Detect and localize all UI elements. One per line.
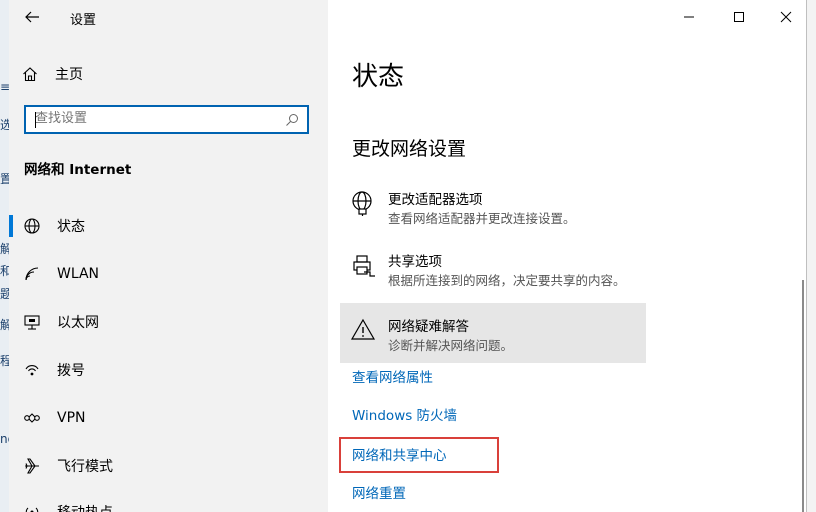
text-caret — [35, 112, 36, 128]
link-view-network-properties[interactable]: 查看网络属性 — [352, 366, 433, 386]
option-description: 查看网络适配器并更改连接设置。 — [388, 211, 576, 226]
option-description: 诊断并解决网络问题。 — [388, 338, 514, 353]
sidebar-item-status[interactable]: 状态 — [9, 206, 328, 246]
option-troubleshoot[interactable]: 网络疑难解答 诊断并解决网络问题。 — [340, 303, 646, 363]
main-content: 状态 更改网络设置 更改适配器选项 查看网络适配器并更改连接设置。 共享选项 根… — [328, 0, 807, 512]
option-title: 网络疑难解答 — [388, 319, 469, 335]
ethernet-icon — [23, 313, 41, 331]
sidebar-item-label: 主页 — [55, 67, 83, 83]
wifi-icon — [23, 265, 41, 283]
option-change-adapter[interactable]: 更改适配器选项 查看网络适配器并更改连接设置。 — [340, 176, 646, 236]
dialup-icon — [23, 361, 41, 379]
link-windows-firewall[interactable]: Windows 防火墙 — [352, 404, 457, 424]
highlight-box — [339, 437, 499, 473]
bg-fragment: 题 — [0, 287, 9, 301]
bg-fragment: ≡ — [0, 80, 9, 94]
bg-fragment: 解 — [0, 318, 9, 332]
adapter-globe-icon — [352, 191, 372, 216]
selection-marker — [9, 215, 13, 237]
sidebar-item-airplane-mode[interactable]: 飞行模式 — [9, 446, 328, 486]
page-title: 状态 — [352, 62, 405, 92]
search-input[interactable] — [35, 111, 275, 126]
search-box[interactable] — [24, 105, 309, 134]
globe-icon — [23, 217, 41, 235]
section-subheading: 更改网络设置 — [352, 138, 467, 160]
background-window: ≡ 选 置 解 和 题 解 程 nd — [0, 0, 9, 512]
sidebar-section-heading: 网络和 Internet — [24, 162, 132, 178]
bg-fragment: 置 — [0, 172, 9, 186]
home-icon — [23, 67, 37, 82]
scrollbar[interactable] — [802, 280, 804, 512]
warning-icon — [350, 318, 376, 340]
bg-fragment: 选 — [0, 118, 9, 132]
airplane-icon — [23, 457, 41, 475]
sidebar-item-label: 移动热点 — [57, 502, 113, 512]
option-description: 根据所连接到的网络，决定要共享的内容。 — [388, 273, 626, 288]
sidebar-item-dialup[interactable]: 拨号 — [9, 350, 328, 390]
sidebar-item-label: WLAN — [57, 266, 100, 282]
link-network-reset[interactable]: 网络重置 — [352, 482, 406, 502]
option-sharing[interactable]: 共享选项 根据所连接到的网络，决定要共享的内容。 — [340, 238, 646, 298]
back-button[interactable] — [19, 6, 45, 28]
sidebar-item-ethernet[interactable]: 以太网 — [9, 302, 328, 342]
hotspot-icon — [23, 503, 41, 512]
vpn-icon — [23, 409, 41, 427]
search-icon[interactable] — [285, 113, 299, 127]
sidebar-item-wlan[interactable]: WLAN — [9, 254, 328, 294]
window-title: 设置 — [70, 13, 97, 28]
sidebar-item-label: 拨号 — [57, 363, 85, 379]
option-title: 更改适配器选项 — [388, 192, 483, 208]
sidebar-item-label: 以太网 — [57, 315, 99, 331]
bg-fragment: 程 — [0, 354, 9, 368]
printer-share-icon — [353, 255, 375, 277]
sidebar-item-mobile-hotspot[interactable]: 移动热点 — [9, 492, 328, 512]
desktop-background — [807, 0, 816, 512]
settings-window: 主页 网络和 Internet 状态 WLAN — [9, 0, 807, 512]
sidebar: 主页 网络和 Internet 状态 WLAN — [9, 0, 328, 512]
sidebar-item-vpn[interactable]: VPN — [9, 398, 328, 438]
bg-fragment: nd — [0, 432, 9, 446]
sidebar-item-home[interactable]: 主页 — [22, 63, 83, 85]
sidebar-item-label: 状态 — [57, 219, 85, 235]
bg-fragment: 和 — [0, 264, 9, 278]
option-title: 共享选项 — [388, 254, 442, 270]
sidebar-item-label: 飞行模式 — [57, 459, 113, 475]
arrow-left-icon — [25, 11, 39, 23]
sidebar-item-label: VPN — [57, 410, 86, 426]
bg-fragment: 解 — [0, 242, 9, 256]
